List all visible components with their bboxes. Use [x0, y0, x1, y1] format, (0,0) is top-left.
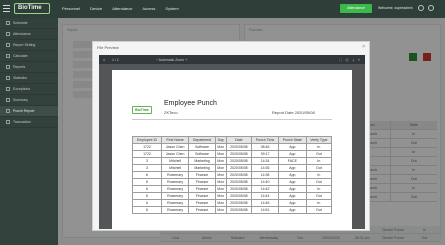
- sidebar-item-schedule[interactable]: Schedule: [0, 18, 58, 29]
- table-row: 6 Rosemary Finance Mon 2020/05/08 14:44 App Out: [131, 192, 333, 200]
- sidebar-item-exceptions[interactable]: Exceptions: [0, 84, 58, 95]
- sidebar-item-transaction[interactable]: Transaction: [0, 117, 58, 128]
- sidebar-item-calculate[interactable]: Calculate: [0, 51, 58, 62]
- folder-icon: [6, 21, 10, 25]
- folder-icon: [6, 76, 10, 80]
- divider: [132, 119, 332, 120]
- nav-personnel[interactable]: Personnel: [62, 6, 80, 11]
- report-date: Report Date 2020/05/08: [272, 110, 315, 115]
- zoom-select[interactable]: − Automatic Zoom +: [156, 58, 187, 62]
- folder-icon: [6, 109, 10, 113]
- nav-system[interactable]: System: [165, 6, 178, 11]
- settings-icon[interactable]: [418, 5, 424, 11]
- more-tools-icon[interactable]: »: [358, 58, 360, 62]
- table-row: 1722 Jason Chen Software Mon 2020/05/08 08:46…: [131, 143, 333, 151]
- sidebar-item-summary[interactable]: Summary: [0, 95, 58, 106]
- top-bar: BioTime Personnel Device Attendance Acce…: [0, 0, 445, 18]
- table-row: 6 Rosemary Finance Mon 2020/05/08 14:46 App In: [131, 199, 333, 207]
- user-menu[interactable]: Welcome, superadmin: [378, 6, 413, 10]
- page-indicator[interactable]: 1 / 1: [112, 58, 119, 62]
- pdf-page: BioTime Employee Punch ZKTeco Report Dat…: [112, 70, 352, 230]
- folder-icon: [6, 120, 10, 124]
- sidebar-item-punch-report[interactable]: Punch Report: [0, 106, 58, 117]
- report-company: ZKTeco: [164, 110, 178, 115]
- punch-table: Employee ID First Name Department Day Da…: [131, 136, 333, 214]
- attendance-button[interactable]: Attendance: [340, 4, 372, 13]
- sidebar-item-report-setting[interactable]: Report Setting: [0, 40, 58, 51]
- table-row: 3 Mitchell Marketing Mon 2020/05/08 14:34 FACE…: [131, 157, 333, 165]
- folder-icon: [6, 54, 10, 58]
- sidebar-toggle-icon[interactable]: ≡: [103, 58, 105, 62]
- table-row: 6 Rosemary Finance Mon 2020/05/08 14:51 App Out: [131, 206, 333, 214]
- table-row: 1722 Jason Chen Software Mon 2020/05/08 09:17…: [131, 150, 333, 158]
- table-row: 6 Rosemary Finance Mon 2020/05/08 14:38 App In: [131, 171, 333, 179]
- nav-access[interactable]: Access: [143, 6, 156, 11]
- help-icon[interactable]: [428, 5, 434, 11]
- hamburger-menu-icon[interactable]: [3, 5, 10, 12]
- table-row: 3 Mitchell Marketing Mon 2020/05/08 14:36 App O…: [131, 164, 333, 172]
- sidebar-item-attendance[interactable]: Attendance: [0, 29, 58, 40]
- folder-icon: [6, 65, 10, 69]
- folder-icon: [6, 43, 10, 47]
- report-title: Employee Punch: [164, 100, 217, 107]
- top-icons: [418, 5, 434, 11]
- folder-icon: [6, 87, 10, 91]
- report-logo: BioTime: [132, 106, 152, 114]
- download-icon[interactable]: ⤓: [352, 58, 354, 62]
- modal-title: File Preview: [97, 45, 119, 50]
- nav-attendance[interactable]: Attendance: [112, 6, 132, 11]
- nav-device[interactable]: Device: [90, 6, 102, 11]
- table-header: Employee ID First Name Department Day Da…: [131, 136, 333, 144]
- top-nav: Personnel Device Attendance Access Syste…: [62, 6, 179, 11]
- print-icon[interactable]: ⎙: [346, 58, 349, 62]
- file-preview-modal: File Preview × ≡ 1 / 1 − Automatic Zoom …: [92, 41, 370, 231]
- app-logo: BioTime: [14, 3, 50, 14]
- pdf-viewer: ≡ 1 / 1 − Automatic Zoom + ⛶ ⎙ ⤓ » BioTi…: [99, 55, 365, 230]
- table-row: 6 Rosemary Finance Mon 2020/05/08 14:42 App In: [131, 185, 333, 193]
- pdf-toolbar: ≡ 1 / 1 − Automatic Zoom + ⛶ ⎙ ⤓ »: [99, 55, 365, 64]
- close-icon[interactable]: ×: [362, 44, 365, 50]
- sidebar-item-reports[interactable]: Reports: [0, 62, 58, 73]
- sidebar-item-statistics[interactable]: Statistics: [0, 73, 58, 84]
- sidebar: Schedule Attendance Report Setting Calcu…: [0, 18, 58, 245]
- table-row: 6 Rosemary Finance Mon 2020/05/08 14:40 App Out: [131, 178, 333, 186]
- folder-icon: [6, 32, 10, 36]
- folder-icon: [6, 98, 10, 102]
- fullscreen-icon[interactable]: ⛶: [339, 58, 341, 62]
